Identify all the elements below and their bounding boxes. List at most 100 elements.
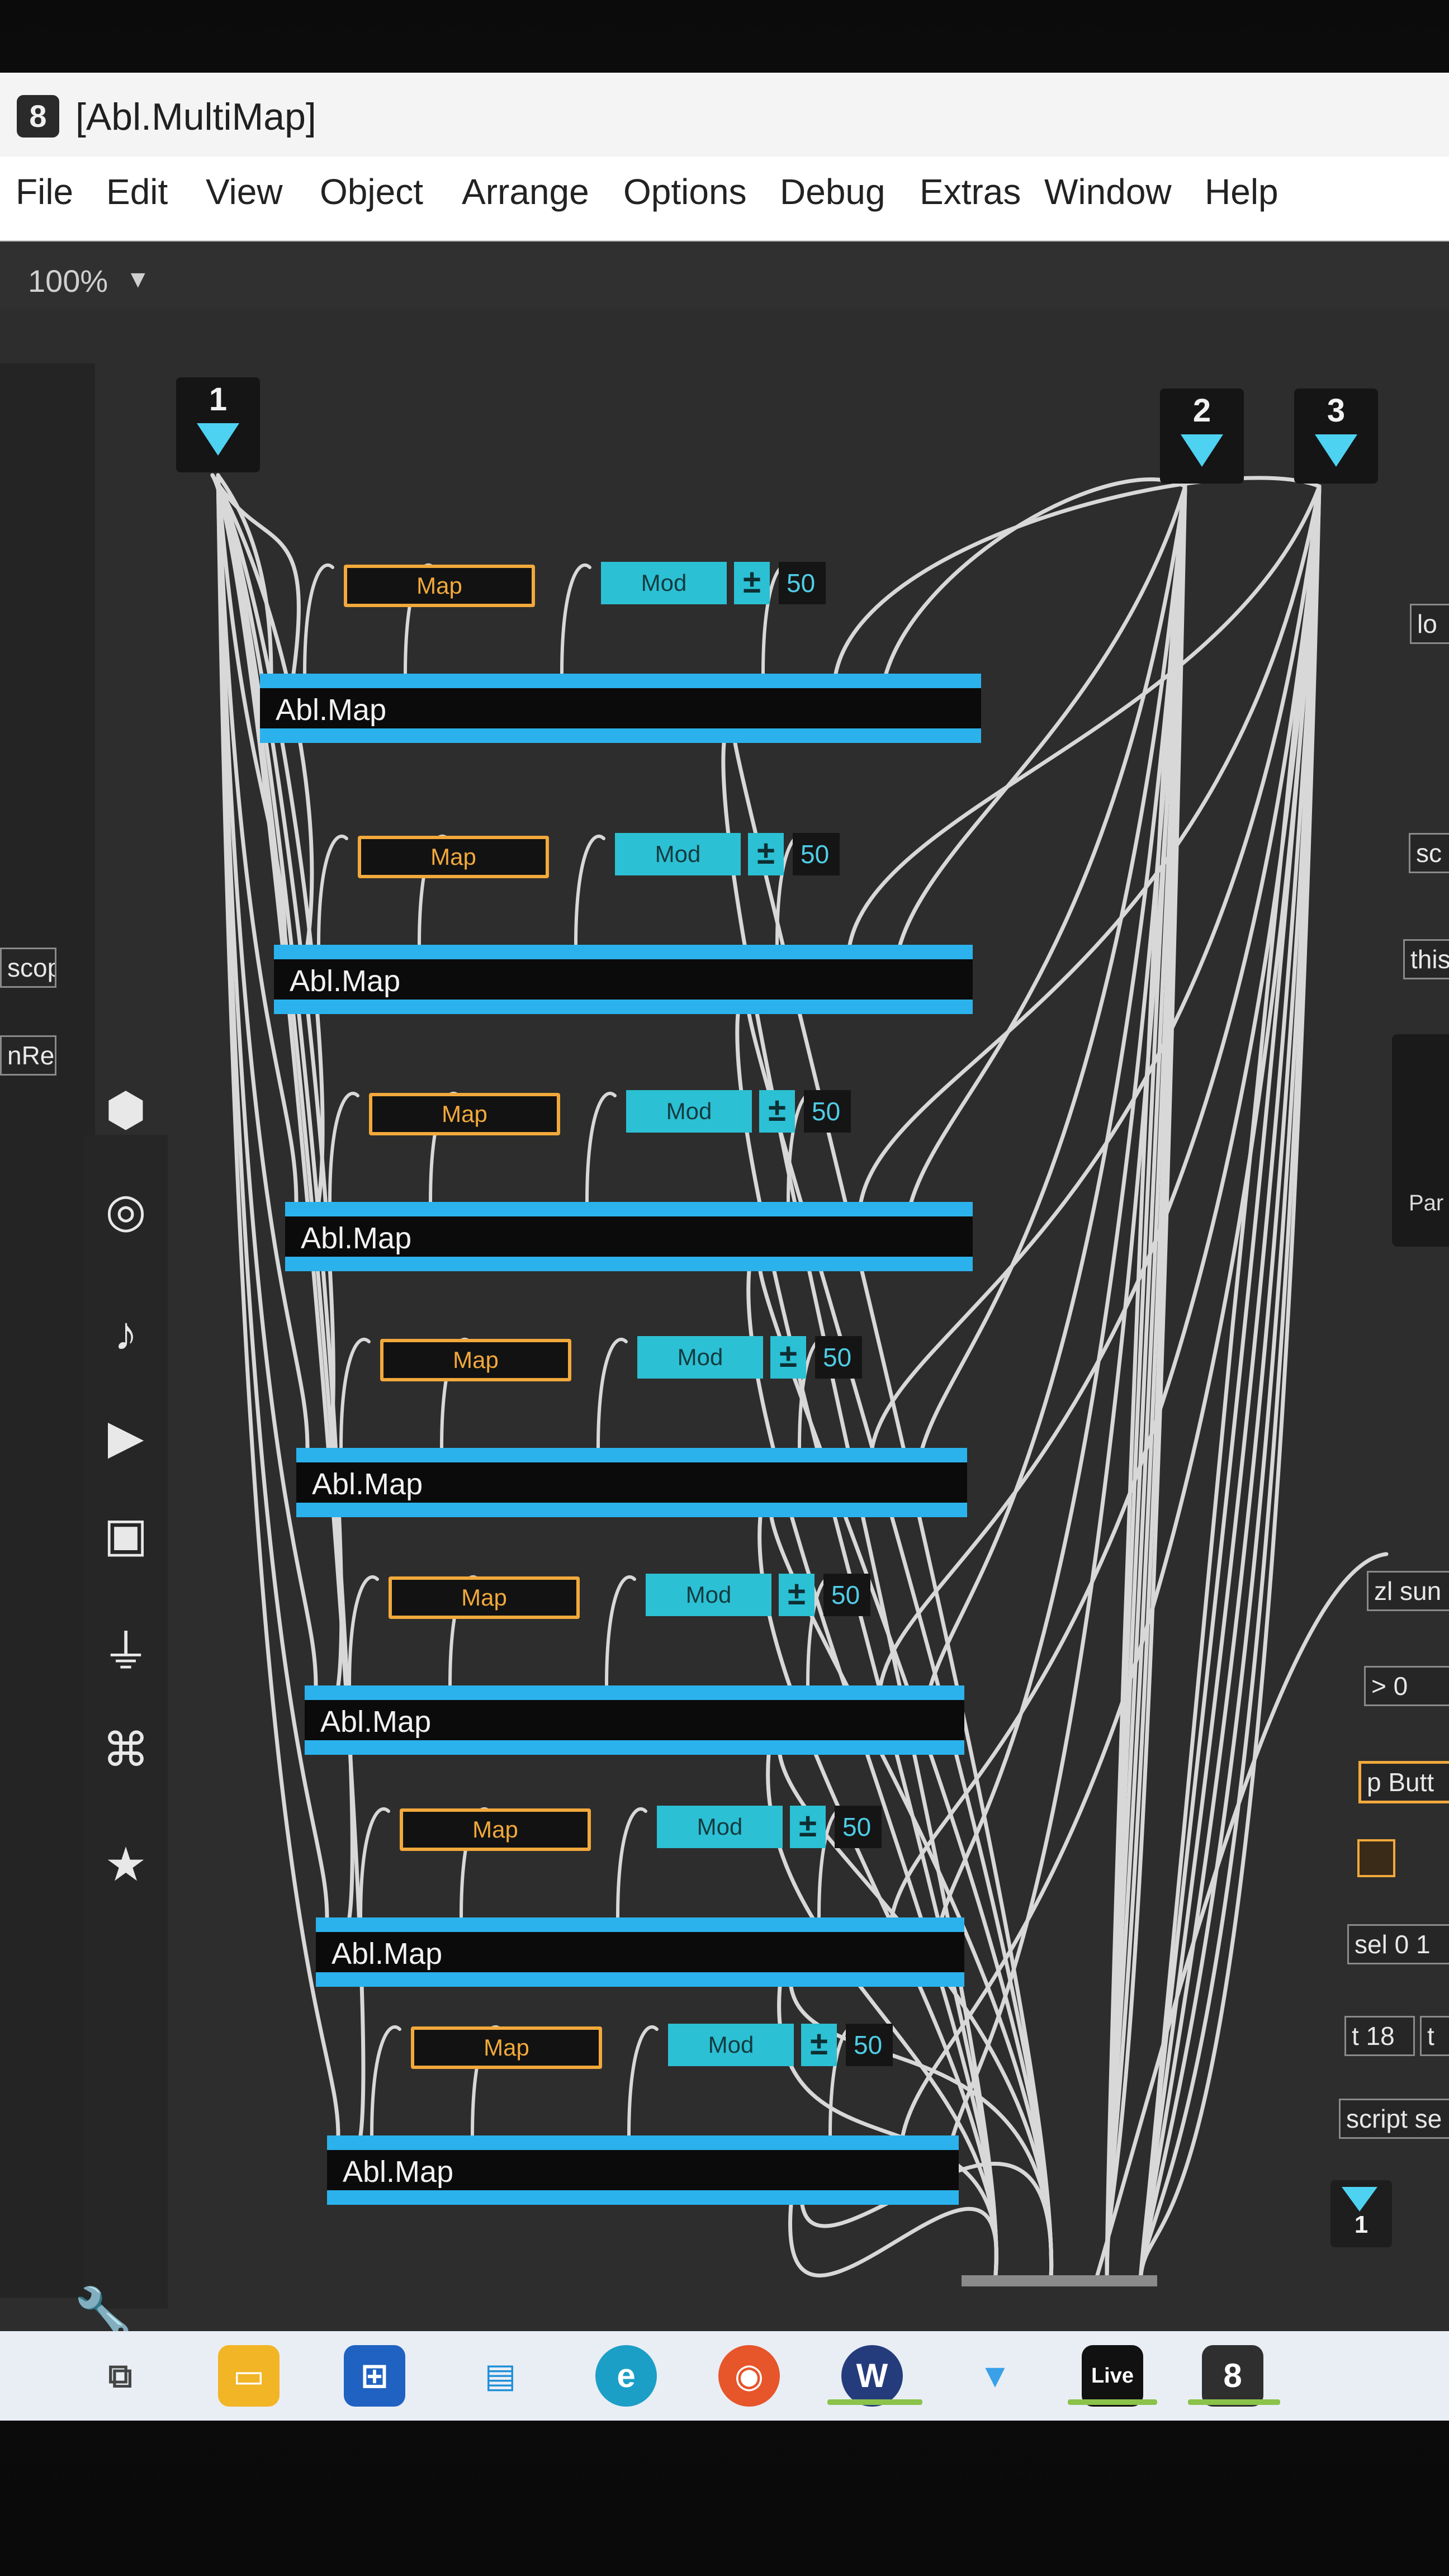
number-box[interactable]: 50 xyxy=(846,2024,893,2066)
trigger-18-object[interactable]: t 18 xyxy=(1344,2016,1415,2056)
number-box[interactable]: 50 xyxy=(835,1806,882,1848)
vpn-icon[interactable]: ▼ xyxy=(964,2345,1026,2407)
number-box[interactable]: 50 xyxy=(779,562,826,604)
inlet-number: 1 xyxy=(209,381,228,418)
mod-button[interactable]: Mod xyxy=(646,1574,771,1616)
plus-minus-button[interactable]: ± xyxy=(801,2024,837,2066)
outlet-number: 1 xyxy=(1354,2211,1368,2238)
map-button[interactable]: Map xyxy=(389,1576,580,1619)
mod-button[interactable]: Mod xyxy=(615,833,741,875)
patch-cord xyxy=(370,2025,401,2137)
patch-cord xyxy=(348,1575,379,1687)
plus-minus-button[interactable]: ± xyxy=(770,1336,806,1379)
abl-map-name: Abl.Map xyxy=(276,693,387,727)
nre-object[interactable]: nRe xyxy=(0,1035,56,1076)
file-explorer-icon[interactable]: ▭ xyxy=(218,2345,280,2407)
inlet-2[interactable]: 2 xyxy=(1160,389,1244,484)
panel-label: Par xyxy=(1409,1191,1444,1215)
ableton-live-icon[interactable]: Live xyxy=(1082,2345,1143,2407)
map-button[interactable]: Map xyxy=(358,836,549,878)
mod-button[interactable]: Mod xyxy=(626,1090,752,1133)
trigger-object[interactable]: t xyxy=(1420,2016,1449,2056)
abl-map-inlet-bar xyxy=(296,1448,967,1462)
edge-icon[interactable]: e xyxy=(595,2345,657,2407)
abl-map-name: Abl.Map xyxy=(290,964,401,998)
number-box[interactable]: 50 xyxy=(815,1336,862,1379)
patch-cord xyxy=(317,834,348,946)
inlet-number: 2 xyxy=(1192,392,1211,429)
plus-minus-button[interactable]: ± xyxy=(759,1090,795,1133)
abl-map-outlet-bar xyxy=(274,1000,973,1014)
target-icon[interactable]: ◎ xyxy=(95,1180,157,1241)
map-button[interactable]: Map xyxy=(411,2026,602,2069)
patch-cord xyxy=(574,834,605,946)
patch-cord xyxy=(627,2025,659,2137)
abl-map-inlet-bar xyxy=(274,945,973,959)
abl-map-name: Abl.Map xyxy=(312,1467,423,1501)
plus-minus-button[interactable]: ± xyxy=(779,1574,815,1616)
outlet-1[interactable]: 1 xyxy=(1330,2180,1392,2247)
mod-button[interactable]: Mod xyxy=(657,1806,783,1848)
outlet-arrow-icon xyxy=(1342,2187,1377,2212)
abl-map-outlet-bar xyxy=(285,1257,973,1271)
map-button[interactable]: Map xyxy=(400,1808,591,1851)
star-icon[interactable]: ★ xyxy=(95,1834,157,1895)
abl-map-outlet-bar xyxy=(296,1503,967,1517)
patch-cord xyxy=(605,1575,636,1687)
image-icon[interactable]: ▣ xyxy=(95,1504,157,1565)
clip-icon[interactable]: ⌘ xyxy=(95,1719,157,1781)
running-indicator xyxy=(1068,2399,1157,2405)
plus-minus-button[interactable]: ± xyxy=(734,562,770,604)
abl-map-inlet-bar xyxy=(327,2135,959,2150)
scope-object[interactable]: scope xyxy=(0,948,56,988)
cube-icon[interactable]: ⬢ xyxy=(95,1079,157,1140)
plus-minus-button[interactable]: ± xyxy=(748,833,784,875)
running-indicator xyxy=(827,2399,922,2405)
number-box[interactable]: 50 xyxy=(823,1574,870,1616)
map-button[interactable]: Map xyxy=(369,1093,560,1135)
this-object[interactable]: this xyxy=(1403,939,1449,979)
abl-map-inlet-bar xyxy=(305,1685,964,1700)
patch-cord xyxy=(616,1807,647,1919)
mod-button[interactable]: Mod xyxy=(601,562,727,604)
lo-object[interactable]: lo xyxy=(1410,604,1449,644)
monitor-bezel: 8 [Abl.MultiMap] File Edit View Object A… xyxy=(0,0,1449,2576)
patch-cord xyxy=(585,1091,617,1204)
max-icon[interactable]: 8 xyxy=(1202,2345,1263,2407)
patch-cord xyxy=(596,1337,628,1450)
task-view-icon[interactable]: ⧉ xyxy=(89,2345,151,2407)
patch-cord xyxy=(339,1337,371,1450)
abl-map-name: Abl.Map xyxy=(343,2155,454,2189)
abl-map-name: Abl.Map xyxy=(332,1937,443,1971)
wavebox-icon[interactable]: W xyxy=(841,2345,903,2407)
greater-than-object[interactable]: > 0 xyxy=(1364,1666,1449,1706)
sel-object[interactable]: sel 0 1 xyxy=(1347,1924,1449,1964)
script-send-object[interactable]: script se xyxy=(1339,2099,1449,2139)
music-note-icon[interactable]: ♪ xyxy=(95,1303,157,1364)
firefox-icon[interactable]: ◉ xyxy=(718,2345,780,2407)
abl-map-inlet-bar xyxy=(285,1202,973,1216)
map-button[interactable]: Map xyxy=(380,1339,571,1381)
sc-object[interactable]: sc xyxy=(1409,833,1449,873)
plug-icon[interactable]: ⏚ xyxy=(95,1621,157,1683)
media-icon[interactable]: ▶ xyxy=(95,1406,157,1467)
mod-button[interactable]: Mod xyxy=(668,2024,794,2066)
plus-minus-button[interactable]: ± xyxy=(790,1806,826,1848)
patch-cord xyxy=(328,1091,359,1204)
number-box[interactable]: 50 xyxy=(804,1090,851,1133)
patch-cord xyxy=(859,484,1322,1204)
map-button[interactable]: Map xyxy=(344,565,535,607)
store-icon[interactable]: ⊞ xyxy=(344,2345,405,2407)
patch-cord xyxy=(359,1807,390,1919)
inlet-1[interactable]: 1 xyxy=(176,377,260,472)
number-box[interactable]: 50 xyxy=(793,833,840,875)
abl-map-name: Abl.Map xyxy=(301,1221,412,1255)
toggle[interactable] xyxy=(1357,1839,1395,1877)
p-button-subpatch[interactable]: p Butt xyxy=(1358,1761,1449,1803)
patch-cord xyxy=(788,2203,999,2283)
zl-sum-object[interactable]: zl sun xyxy=(1367,1571,1449,1611)
mod-button[interactable]: Mod xyxy=(637,1336,763,1379)
inlet-number: 3 xyxy=(1327,392,1346,429)
remote-desktop-icon[interactable]: ▤ xyxy=(470,2345,531,2407)
inlet-3[interactable]: 3 xyxy=(1294,389,1378,484)
